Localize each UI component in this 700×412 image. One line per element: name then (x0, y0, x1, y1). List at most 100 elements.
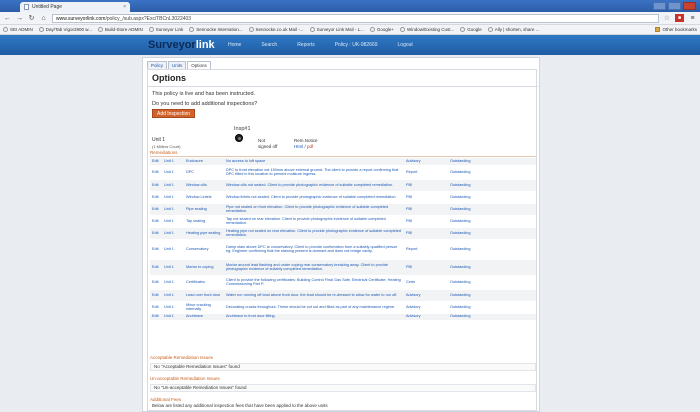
nav-home[interactable]: Home (228, 42, 241, 48)
inspection-status-icon[interactable] (235, 134, 243, 142)
maximize-button[interactable] (668, 2, 681, 10)
edit-link[interactable]: Edit (150, 179, 162, 192)
bookmark-icon (148, 27, 154, 32)
description-cell: Damp stain above DPC to conservatory. Cl… (224, 239, 404, 260)
edit-link[interactable]: Edit (150, 215, 162, 228)
edit-link[interactable]: Edit (150, 158, 162, 166)
rem-notice-pdf-link[interactable]: pdf (307, 144, 313, 149)
bookmark-icon (369, 27, 375, 32)
live-status-text: This policy is live and has been instruc… (152, 91, 256, 97)
browser-tab[interactable]: Untitled Page × (20, 2, 130, 12)
description-cell: Client to provide the following certific… (224, 275, 404, 290)
nav-policy[interactable]: Policy : UK-982669 (335, 42, 378, 48)
bookmark-icon (309, 27, 315, 32)
wrench-icon[interactable]: ≡ (689, 15, 696, 22)
acceptable-empty-message: No "Acceptable Remediation Issues" found (150, 363, 536, 371)
reload-icon[interactable]: ↻ (28, 15, 35, 22)
extension-icon[interactable]: ■ (675, 14, 684, 22)
edit-link[interactable]: Edit (150, 227, 162, 240)
forward-arrow-icon[interactable]: → (16, 15, 23, 22)
item-cell: Pipe sealing (184, 203, 224, 216)
table-row: Edit Unit 1 Minor cracking internally Decor… (150, 301, 536, 314)
site-nav: Home Search Reports Policy : UK-982669 L… (228, 42, 413, 48)
bookmark-item[interactable]: Day/Tab Vigor2800 w... (38, 27, 92, 32)
bookmark-item[interactable]: Sennocke.co.uk Mail -... (248, 27, 304, 32)
description-cell: Architrave to front door lifting. (224, 313, 404, 321)
description-cell: No access to loft space (224, 158, 404, 166)
remediations-table: Edit Unit 1 Enclosure No access to loft spa… (150, 158, 536, 321)
close-window-button[interactable] (683, 2, 696, 10)
bookmark-star-icon[interactable]: ☆ (664, 14, 670, 22)
status-cell: Outstanding (448, 215, 536, 228)
home-icon[interactable]: ⌂ (40, 15, 47, 22)
status-cell: Outstanding (448, 191, 536, 204)
edit-link[interactable]: Edit (150, 191, 162, 204)
action-cell: PBI (404, 203, 448, 216)
nav-search[interactable]: Search (261, 42, 277, 48)
bookmark-item[interactable]: Surveyor Link Mail - L... (309, 27, 364, 32)
bookmark-item[interactable]: Build-Store ADMIN (97, 27, 143, 32)
table-row: Edit Unit 1 Tap sealing Tap not sealed on r… (150, 215, 536, 228)
url-path: /policy_/sub.aspx?ExciTBCnL3022403 (105, 15, 192, 22)
action-cell: PBI (404, 227, 448, 240)
edit-link[interactable]: Edit (150, 259, 162, 276)
bookmark-item[interactable]: Surveyor Link (148, 27, 183, 32)
description-cell: Water run running off lead above front d… (224, 289, 404, 302)
address-bar[interactable]: www.surveyorlink.com/policy_/sub.aspx?Ex… (52, 13, 659, 23)
main-content: Policy Units Options Options This policy… (142, 57, 540, 412)
edit-link[interactable]: Edit (150, 165, 162, 180)
action-cell: PBI (404, 259, 448, 276)
close-tab-icon[interactable]: × (123, 4, 126, 10)
status-cell: Outstanding (448, 239, 536, 260)
bookmark-icon (3, 27, 8, 32)
bookmark-item[interactable]: Window/Existing Cust... (399, 27, 454, 32)
nav-logout[interactable]: Logout (398, 42, 413, 48)
unit-cell: Unit 1 (162, 203, 184, 216)
description-cell: Window cills not sealed. Client to provi… (224, 179, 404, 192)
bookmark-item[interactable]: Google+ (369, 27, 394, 32)
edit-link[interactable]: Edit (150, 203, 162, 216)
description-cell: Pipe not sealed on front elevation. Clie… (224, 203, 404, 216)
status-cell: Outstanding (448, 203, 536, 216)
item-cell: Enclosure (184, 158, 224, 166)
options-panel: Options This policy is live and has been… (147, 69, 538, 411)
edit-link[interactable]: Edit (150, 313, 162, 321)
bookmark-item[interactable]: Ally | shorten, share ... (487, 27, 539, 32)
item-cell: Conservatory (184, 239, 224, 260)
action-cell: PBI (404, 191, 448, 204)
status-cell: Outstanding (448, 227, 536, 240)
unit-address: (1 Millers Court) (152, 144, 181, 149)
item-cell: Window cills (184, 179, 224, 192)
description-cell: DPC to front elevation not 150mm above e… (224, 165, 404, 180)
bookmark-item[interactable]: Google (460, 27, 482, 32)
item-cell: Certificates (184, 275, 224, 290)
browser-toolbar: ← → ↻ ⌂ www.surveyorlink.com/policy_/sub… (0, 12, 700, 25)
edit-link[interactable]: Edit (150, 239, 162, 260)
minimize-button[interactable] (653, 2, 666, 10)
nav-reports[interactable]: Reports (297, 42, 315, 48)
add-inspection-button[interactable]: Add Inspection (152, 109, 196, 118)
edit-link[interactable]: Edit (150, 275, 162, 290)
action-cell: PBI (404, 179, 448, 192)
rem-notice: Rem.Notice Html / pdf (294, 138, 318, 149)
unit-cell: Unit 1 (162, 179, 184, 192)
item-cell: Architrave (184, 313, 224, 321)
status-cell: Outstanding (448, 275, 536, 290)
page-icon (24, 4, 29, 10)
action-cell: Report (404, 165, 448, 180)
site-header: Surveyorlink Home Search Reports Policy … (0, 35, 700, 55)
other-bookmarks[interactable]: Other bookmarks (655, 27, 697, 32)
site-logo[interactable]: Surveyorlink (148, 39, 215, 51)
edit-link[interactable]: Edit (150, 301, 162, 314)
table-row: Edit Unit 1 Enclosure No access to loft spa… (150, 158, 536, 166)
bookmark-item[interactable]: SEI ADMIN (3, 27, 33, 32)
item-cell: DPC (184, 165, 224, 180)
item-cell: Window Lintels (184, 191, 224, 204)
item-cell: Tap sealing (184, 215, 224, 228)
bookmark-icon (460, 27, 466, 32)
edit-link[interactable]: Edit (150, 289, 162, 302)
tab-title: Untitled Page (32, 4, 63, 10)
bookmark-item[interactable]: Sennocke Internation... (189, 27, 243, 32)
back-arrow-icon[interactable]: ← (4, 15, 11, 22)
rem-notice-html-link[interactable]: Html (294, 144, 303, 149)
